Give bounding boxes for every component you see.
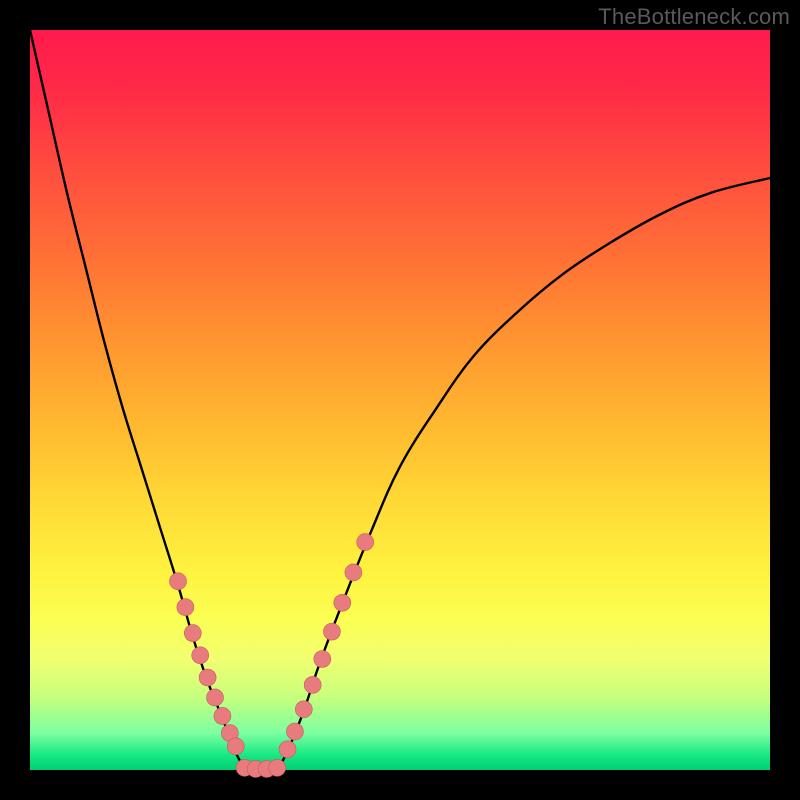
marker-right [286,723,303,740]
marker-right [357,534,374,551]
marker-left [184,625,201,642]
watermark-text: TheBottleneck.com [598,4,790,30]
marker-left [227,738,244,755]
plot-svg [30,30,770,770]
left-curve [30,30,245,770]
marker-right [314,651,331,668]
marker-right [295,701,312,718]
marker-left [177,599,194,616]
marker-left [192,647,209,664]
marker-left [170,573,187,590]
chart-frame: TheBottleneck.com [0,0,800,800]
marker-left [214,707,231,724]
marker-right [304,676,321,693]
marker-left [207,689,224,706]
marker-right [279,741,296,758]
markers-layer [170,534,374,778]
right-curve [278,178,770,770]
marker-left [199,669,216,686]
plot-area [30,30,770,770]
marker-bottom [269,759,286,776]
marker-right [334,594,351,611]
marker-right [345,564,362,581]
curves-layer [30,30,770,770]
marker-right [323,623,340,640]
